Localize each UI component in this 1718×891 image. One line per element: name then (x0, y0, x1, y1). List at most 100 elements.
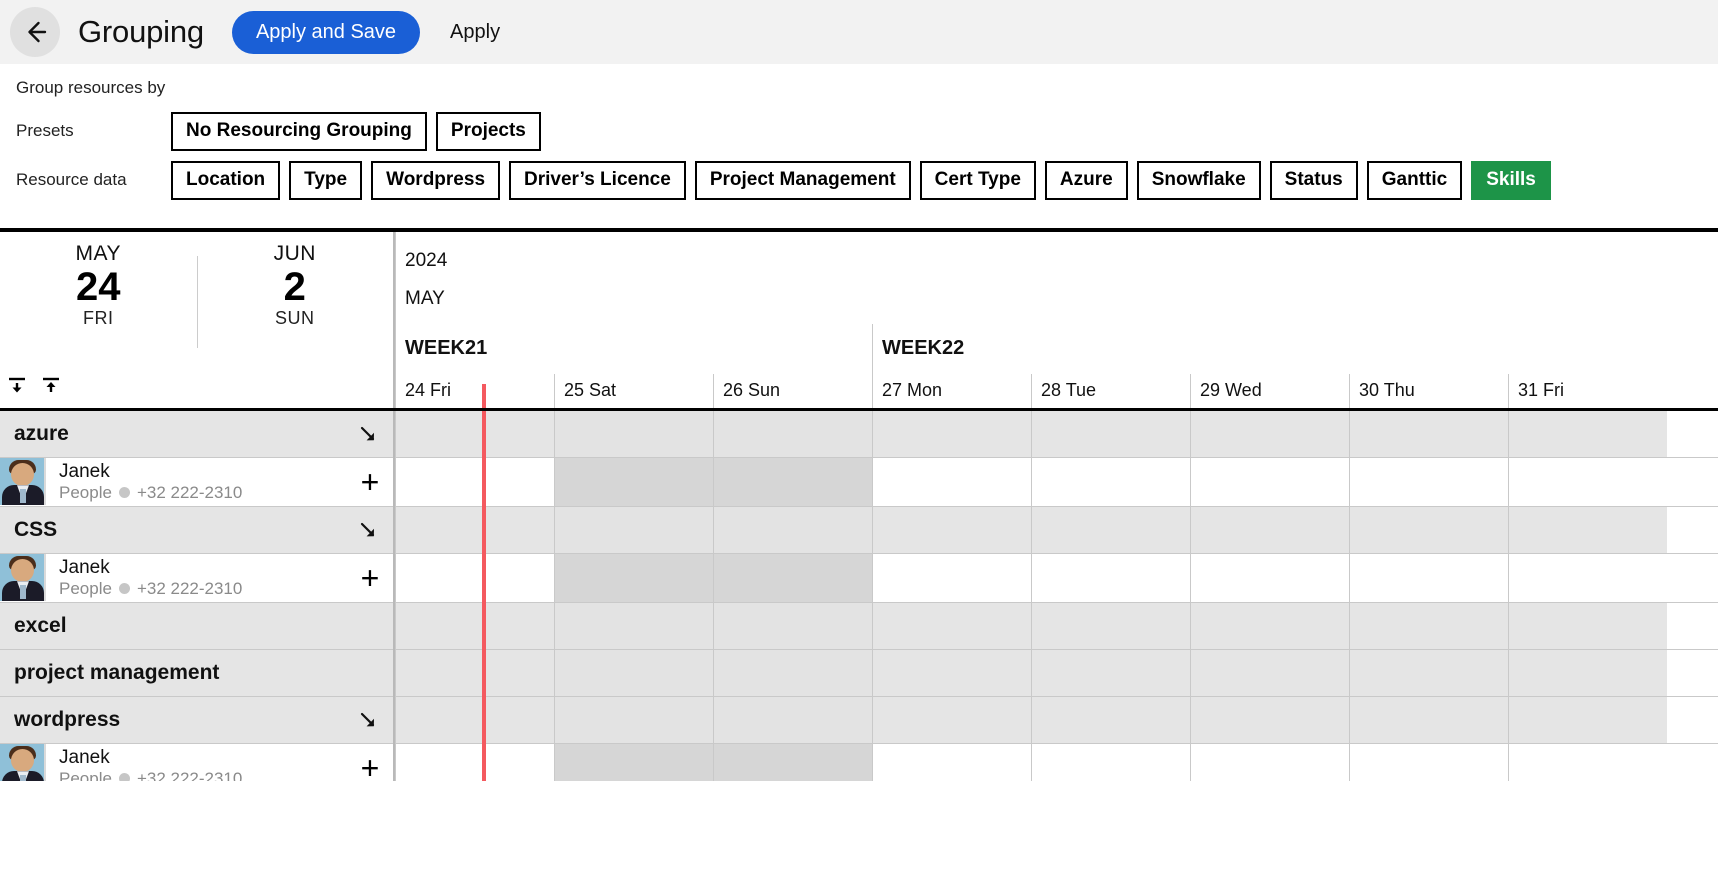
timeline-cell[interactable] (872, 553, 1031, 602)
timeline-cell[interactable] (1190, 506, 1349, 553)
group-row-track[interactable] (395, 506, 1718, 554)
timeline-cell[interactable] (1190, 602, 1349, 649)
resource-row-track[interactable] (395, 553, 1718, 603)
timeline-cell[interactable] (1190, 457, 1349, 506)
range-start[interactable]: MAY 24 FRI (0, 242, 197, 362)
timeline-cell[interactable] (1031, 553, 1190, 602)
resource-row[interactable]: Janek People +32 222-2310 + (0, 457, 393, 507)
scale-day-header[interactable]: 30 Thu (1349, 373, 1508, 408)
scale-day-header[interactable]: 24 Fri (395, 373, 554, 408)
timeline-cell[interactable] (395, 602, 554, 649)
timeline-cell[interactable] (554, 602, 713, 649)
timeline-cell[interactable] (1190, 553, 1349, 602)
resource-chip-status[interactable]: Status (1269, 160, 1358, 200)
timeline-cell[interactable] (872, 506, 1031, 553)
timeline-cell[interactable] (713, 506, 872, 553)
timeline-cell[interactable] (1031, 506, 1190, 553)
timeline-cell[interactable] (395, 696, 554, 743)
group-row-track[interactable] (395, 602, 1718, 650)
resource-chip-driver-s-licence[interactable]: Driver’s Licence (509, 160, 686, 200)
timeline-cell[interactable] (1508, 649, 1667, 696)
timeline-cell[interactable] (1508, 696, 1667, 743)
timeline-cell[interactable] (1031, 743, 1190, 781)
timeline-cell[interactable] (554, 696, 713, 743)
timeline-cell[interactable] (1508, 457, 1667, 506)
timeline-cell[interactable] (1349, 553, 1508, 602)
arrow-down-right-icon[interactable] (357, 520, 379, 540)
resource-row-track[interactable] (395, 457, 1718, 507)
resource-chip-project-management[interactable]: Project Management (694, 160, 911, 200)
timeline-cell[interactable] (395, 743, 554, 781)
timeline-cell[interactable] (1508, 743, 1667, 781)
timeline-cell[interactable] (1508, 410, 1667, 457)
timeline-cell[interactable] (1349, 506, 1508, 553)
timeline-cell[interactable] (554, 506, 713, 553)
preset-chip-no-resourcing-grouping[interactable]: No Resourcing Grouping (171, 112, 427, 151)
group-row[interactable]: azure (0, 410, 393, 458)
resource-chip-ganttic[interactable]: Ganttic (1366, 160, 1463, 200)
timeline-cell[interactable] (554, 649, 713, 696)
collapse-down-icon[interactable] (6, 375, 28, 402)
timeline-cell[interactable] (872, 649, 1031, 696)
timeline-cell[interactable] (1349, 696, 1508, 743)
timeline-cell[interactable] (395, 410, 554, 457)
timeline-cell[interactable] (1508, 506, 1667, 553)
plus-icon[interactable]: + (347, 752, 393, 781)
resource-row[interactable]: Janek People +32 222-2310 + (0, 743, 393, 781)
timeline-cell[interactable] (554, 457, 713, 506)
preset-chip-projects[interactable]: Projects (435, 112, 541, 151)
timeline-cell[interactable] (1031, 696, 1190, 743)
resource-row-track[interactable] (395, 743, 1718, 781)
timeline-cell[interactable] (1031, 457, 1190, 506)
timeline-cell[interactable] (1190, 410, 1349, 457)
back-button[interactable] (10, 7, 60, 57)
timeline-cell[interactable] (554, 743, 713, 781)
scale-day-header[interactable]: 27 Mon (872, 373, 1031, 408)
timeline-cell[interactable] (713, 553, 872, 602)
scale-day-header[interactable]: 29 Wed (1190, 373, 1349, 408)
resource-row[interactable]: Janek People +32 222-2310 + (0, 553, 393, 603)
timeline-cell[interactable] (713, 649, 872, 696)
plus-icon[interactable]: + (347, 562, 393, 594)
arrow-down-right-icon[interactable] (357, 424, 379, 444)
resource-chip-skills[interactable]: Skills (1471, 160, 1551, 200)
scale-day-header[interactable]: 25 Sat (554, 373, 713, 408)
timeline-cell[interactable] (872, 743, 1031, 781)
apply-button[interactable]: Apply (450, 21, 500, 44)
group-row-track[interactable] (395, 649, 1718, 697)
timeline-cell[interactable] (1349, 457, 1508, 506)
timeline-cell[interactable] (1349, 743, 1508, 781)
timeline-cell[interactable] (1190, 743, 1349, 781)
timeline-cell[interactable] (713, 696, 872, 743)
timeline-cell[interactable] (395, 553, 554, 602)
timeline-cell[interactable] (872, 457, 1031, 506)
scale-day-header[interactable]: 28 Tue (1031, 373, 1190, 408)
timeline-cell[interactable] (1190, 649, 1349, 696)
collapse-up-icon[interactable] (40, 375, 62, 402)
timeline-cell[interactable] (395, 649, 554, 696)
group-row[interactable]: CSS (0, 506, 393, 554)
timeline-cell[interactable] (1508, 602, 1667, 649)
group-row-track[interactable] (395, 410, 1718, 458)
resource-chip-azure[interactable]: Azure (1044, 160, 1128, 200)
timeline-cell[interactable] (1349, 602, 1508, 649)
resource-chip-wordpress[interactable]: Wordpress (371, 160, 501, 200)
timeline-cell[interactable] (395, 506, 554, 553)
timeline-cell[interactable] (872, 410, 1031, 457)
apply-and-save-button[interactable]: Apply and Save (231, 10, 421, 54)
timeline-cell[interactable] (1031, 410, 1190, 457)
timeline-cell[interactable] (554, 410, 713, 457)
timeline-cell[interactable] (1349, 410, 1508, 457)
resource-chip-cert-type[interactable]: Cert Type (919, 160, 1036, 200)
timeline-cell[interactable] (1190, 696, 1349, 743)
gantt-canvas[interactable] (395, 410, 1718, 781)
plus-icon[interactable]: + (347, 466, 393, 498)
timeline-cell[interactable] (713, 743, 872, 781)
timeline-cell[interactable] (554, 553, 713, 602)
group-row[interactable]: excel (0, 602, 393, 650)
timeline-cell[interactable] (1508, 553, 1667, 602)
timeline-cell[interactable] (1031, 602, 1190, 649)
scale-day-header[interactable]: 31 Fri (1508, 373, 1667, 408)
arrow-down-right-icon[interactable] (357, 710, 379, 730)
resource-chip-type[interactable]: Type (289, 160, 363, 200)
